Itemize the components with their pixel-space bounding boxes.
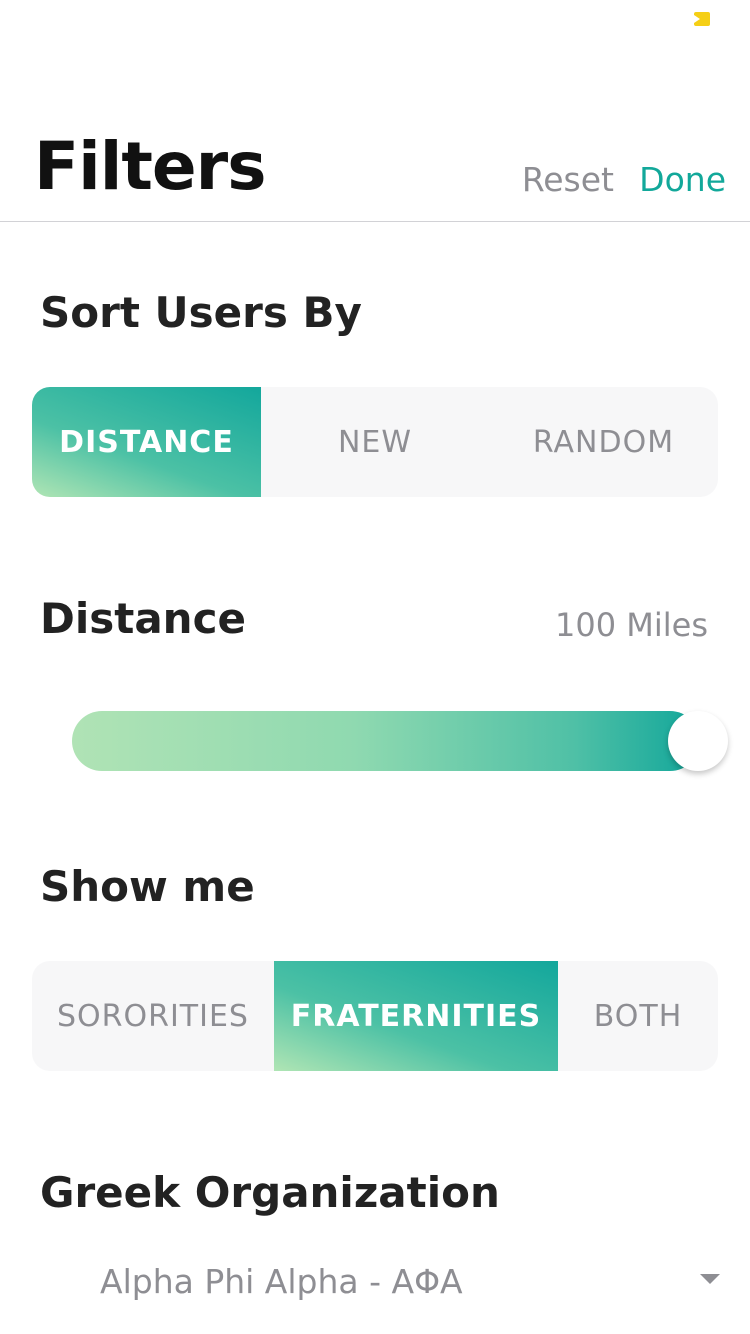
battery-icon (694, 12, 710, 26)
filters-screen: Filters Reset Done Sort Users By DISTANC… (0, 0, 750, 1334)
sort-segmented-control: DISTANCE NEW RANDOM (32, 387, 718, 497)
distance-slider-thumb[interactable] (668, 711, 728, 771)
organization-section-title: Greek Organization (40, 1168, 500, 1217)
organization-dropdown[interactable]: Alpha Phi Alpha - ΑΦΑ (40, 1252, 730, 1316)
done-button[interactable]: Done (639, 160, 726, 199)
caret-down-icon (700, 1274, 720, 1284)
organization-selected-value: Alpha Phi Alpha - ΑΦΑ (100, 1262, 463, 1301)
header-divider (0, 221, 750, 222)
sort-option-distance[interactable]: DISTANCE (32, 387, 261, 497)
show-me-segmented-control: SORORITIES FRATERNITIES BOTH (32, 961, 718, 1071)
sort-section-title: Sort Users By (40, 288, 362, 337)
page-title: Filters (34, 128, 266, 205)
distance-slider-track[interactable] (72, 711, 700, 771)
sort-option-random[interactable]: RANDOM (489, 387, 718, 497)
reset-button[interactable]: Reset (522, 160, 614, 199)
show-option-sororities[interactable]: SORORITIES (32, 961, 274, 1071)
show-option-both[interactable]: BOTH (558, 961, 718, 1071)
show-me-section-title: Show me (40, 862, 255, 911)
show-option-fraternities[interactable]: FRATERNITIES (274, 961, 558, 1071)
distance-value-label: 100 Miles (555, 606, 708, 644)
sort-option-new[interactable]: NEW (261, 387, 489, 497)
distance-section-title: Distance (40, 594, 246, 643)
